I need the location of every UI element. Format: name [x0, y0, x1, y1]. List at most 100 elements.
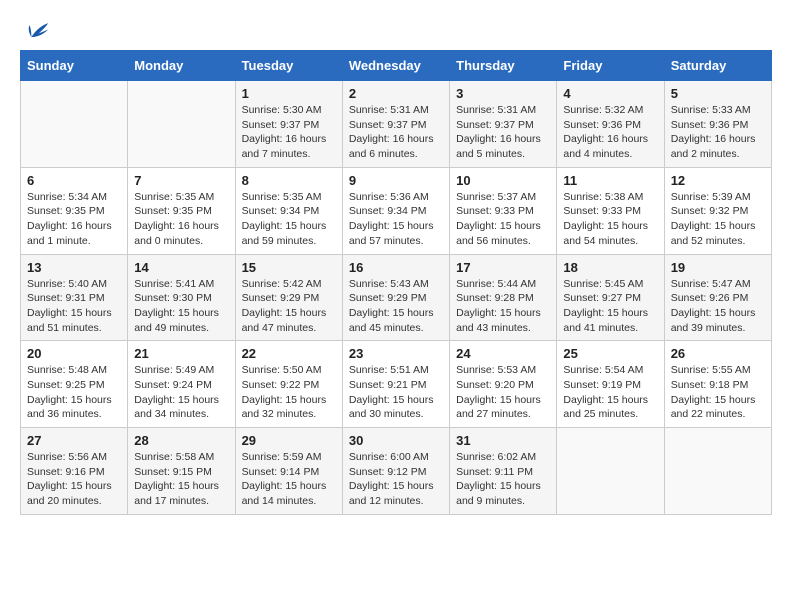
day-of-week-tuesday: Tuesday: [235, 51, 342, 81]
calendar-cell: [21, 81, 128, 168]
day-info: Sunrise: 5:53 AM Sunset: 9:20 PM Dayligh…: [456, 363, 550, 422]
day-number: 18: [563, 260, 657, 275]
calendar-cell: 21Sunrise: 5:49 AM Sunset: 9:24 PM Dayli…: [128, 341, 235, 428]
day-of-week-thursday: Thursday: [450, 51, 557, 81]
calendar-week-row: 20 Sunrise: 5:48 AM Sunset: 9:25 PM Dayli…: [21, 341, 772, 428]
day-number: 10: [456, 173, 550, 188]
day-info: Sunrise: 5:35 AM Sunset: 9:35 PM Dayligh…: [134, 190, 228, 249]
calendar-cell: 22 Sunrise: 5:50 AM Sunset: 9:22 PM Dayli…: [235, 341, 342, 428]
day-number: 14: [134, 260, 228, 275]
day-of-week-sunday: Sunday: [21, 51, 128, 81]
day-number: 12: [671, 173, 765, 188]
calendar-cell: 13 Sunrise: 5:40 AM Sunset: 9:31 PM Dayli…: [21, 254, 128, 341]
logo-bird-icon: [22, 20, 50, 44]
calendar-cell: 31 Sunrise: 6:02 AM Sunset: 9:11 PM Dayli…: [450, 428, 557, 515]
day-of-week-saturday: Saturday: [664, 51, 771, 81]
calendar-cell: 2 Sunrise: 5:31 AM Sunset: 9:37 PM Daylig…: [342, 81, 449, 168]
calendar-cell: 16 Sunrise: 5:43 AM Sunset: 9:29 PM Dayli…: [342, 254, 449, 341]
day-info: Sunrise: 5:40 AM Sunset: 9:31 PM Dayligh…: [27, 277, 121, 336]
day-info: Sunrise: 5:33 AM Sunset: 9:36 PM Dayligh…: [671, 103, 765, 162]
day-info: Sunrise: 5:36 AM Sunset: 9:34 PM Dayligh…: [349, 190, 443, 249]
calendar-cell: 8Sunrise: 5:35 AM Sunset: 9:34 PM Daylig…: [235, 167, 342, 254]
calendar-cell: 3Sunrise: 5:31 AM Sunset: 9:37 PM Daylig…: [450, 81, 557, 168]
day-info: Sunrise: 6:00 AM Sunset: 9:12 PM Dayligh…: [349, 450, 443, 509]
calendar-cell: 9 Sunrise: 5:36 AM Sunset: 9:34 PM Daylig…: [342, 167, 449, 254]
day-number: 6: [27, 173, 121, 188]
calendar-week-row: 13 Sunrise: 5:40 AM Sunset: 9:31 PM Dayli…: [21, 254, 772, 341]
calendar-cell: [128, 81, 235, 168]
calendar-cell: 25Sunrise: 5:54 AM Sunset: 9:19 PM Dayli…: [557, 341, 664, 428]
logo: [20, 20, 48, 40]
calendar-week-row: 27Sunrise: 5:56 AM Sunset: 9:16 PM Dayli…: [21, 428, 772, 515]
calendar-cell: 20 Sunrise: 5:48 AM Sunset: 9:25 PM Dayli…: [21, 341, 128, 428]
calendar-cell: 27Sunrise: 5:56 AM Sunset: 9:16 PM Dayli…: [21, 428, 128, 515]
calendar-cell: 23Sunrise: 5:51 AM Sunset: 9:21 PM Dayli…: [342, 341, 449, 428]
day-number: 11: [563, 173, 657, 188]
day-number: 25: [563, 346, 657, 361]
day-info: Sunrise: 5:47 AM Sunset: 9:26 PM Dayligh…: [671, 277, 765, 336]
calendar-cell: 18 Sunrise: 5:45 AM Sunset: 9:27 PM Dayli…: [557, 254, 664, 341]
day-info: Sunrise: 5:32 AM Sunset: 9:36 PM Dayligh…: [563, 103, 657, 162]
calendar-table: SundayMondayTuesdayWednesdayThursdayFrid…: [20, 50, 772, 515]
day-number: 28: [134, 433, 228, 448]
calendar-cell: 29Sunrise: 5:59 AM Sunset: 9:14 PM Dayli…: [235, 428, 342, 515]
calendar-cell: 5 Sunrise: 5:33 AM Sunset: 9:36 PM Daylig…: [664, 81, 771, 168]
day-number: 24: [456, 346, 550, 361]
day-info: Sunrise: 5:48 AM Sunset: 9:25 PM Dayligh…: [27, 363, 121, 422]
day-info: Sunrise: 5:45 AM Sunset: 9:27 PM Dayligh…: [563, 277, 657, 336]
calendar-week-row: 1Sunrise: 5:30 AM Sunset: 9:37 PM Daylig…: [21, 81, 772, 168]
day-info: Sunrise: 5:59 AM Sunset: 9:14 PM Dayligh…: [242, 450, 336, 509]
day-info: Sunrise: 5:39 AM Sunset: 9:32 PM Dayligh…: [671, 190, 765, 249]
day-info: Sunrise: 5:51 AM Sunset: 9:21 PM Dayligh…: [349, 363, 443, 422]
day-info: Sunrise: 5:55 AM Sunset: 9:18 PM Dayligh…: [671, 363, 765, 422]
day-number: 26: [671, 346, 765, 361]
day-info: Sunrise: 5:44 AM Sunset: 9:28 PM Dayligh…: [456, 277, 550, 336]
day-info: Sunrise: 5:31 AM Sunset: 9:37 PM Dayligh…: [349, 103, 443, 162]
calendar-week-row: 6 Sunrise: 5:34 AM Sunset: 9:35 PM Daylig…: [21, 167, 772, 254]
day-info: Sunrise: 5:41 AM Sunset: 9:30 PM Dayligh…: [134, 277, 228, 336]
day-number: 21: [134, 346, 228, 361]
day-of-week-monday: Monday: [128, 51, 235, 81]
day-info: Sunrise: 6:02 AM Sunset: 9:11 PM Dayligh…: [456, 450, 550, 509]
day-number: 17: [456, 260, 550, 275]
calendar-header-row: SundayMondayTuesdayWednesdayThursdayFrid…: [21, 51, 772, 81]
calendar-cell: 1Sunrise: 5:30 AM Sunset: 9:37 PM Daylig…: [235, 81, 342, 168]
day-info: Sunrise: 5:50 AM Sunset: 9:22 PM Dayligh…: [242, 363, 336, 422]
calendar-cell: 4Sunrise: 5:32 AM Sunset: 9:36 PM Daylig…: [557, 81, 664, 168]
calendar-cell: 28Sunrise: 5:58 AM Sunset: 9:15 PM Dayli…: [128, 428, 235, 515]
day-of-week-friday: Friday: [557, 51, 664, 81]
calendar-cell: [664, 428, 771, 515]
day-number: 16: [349, 260, 443, 275]
day-info: Sunrise: 5:31 AM Sunset: 9:37 PM Dayligh…: [456, 103, 550, 162]
day-number: 22: [242, 346, 336, 361]
day-info: Sunrise: 5:35 AM Sunset: 9:34 PM Dayligh…: [242, 190, 336, 249]
day-number: 7: [134, 173, 228, 188]
calendar-cell: 26 Sunrise: 5:55 AM Sunset: 9:18 PM Dayli…: [664, 341, 771, 428]
calendar-cell: [557, 428, 664, 515]
day-info: Sunrise: 5:38 AM Sunset: 9:33 PM Dayligh…: [563, 190, 657, 249]
day-info: Sunrise: 5:42 AM Sunset: 9:29 PM Dayligh…: [242, 277, 336, 336]
calendar-cell: 24 Sunrise: 5:53 AM Sunset: 9:20 PM Dayli…: [450, 341, 557, 428]
day-info: Sunrise: 5:34 AM Sunset: 9:35 PM Dayligh…: [27, 190, 121, 249]
day-number: 13: [27, 260, 121, 275]
day-number: 15: [242, 260, 336, 275]
day-of-week-wednesday: Wednesday: [342, 51, 449, 81]
day-info: Sunrise: 5:56 AM Sunset: 9:16 PM Dayligh…: [27, 450, 121, 509]
day-number: 31: [456, 433, 550, 448]
day-info: Sunrise: 5:37 AM Sunset: 9:33 PM Dayligh…: [456, 190, 550, 249]
calendar-cell: 11 Sunrise: 5:38 AM Sunset: 9:33 PM Dayli…: [557, 167, 664, 254]
calendar-cell: 10 Sunrise: 5:37 AM Sunset: 9:33 PM Dayli…: [450, 167, 557, 254]
day-number: 9: [349, 173, 443, 188]
day-number: 5: [671, 86, 765, 101]
day-info: Sunrise: 5:43 AM Sunset: 9:29 PM Dayligh…: [349, 277, 443, 336]
calendar-cell: 14 Sunrise: 5:41 AM Sunset: 9:30 PM Dayli…: [128, 254, 235, 341]
page-header: [20, 20, 772, 40]
calendar-cell: 7 Sunrise: 5:35 AM Sunset: 9:35 PM Daylig…: [128, 167, 235, 254]
calendar-cell: 15 Sunrise: 5:42 AM Sunset: 9:29 PM Dayli…: [235, 254, 342, 341]
day-number: 1: [242, 86, 336, 101]
day-number: 20: [27, 346, 121, 361]
day-number: 30: [349, 433, 443, 448]
calendar-cell: 17 Sunrise: 5:44 AM Sunset: 9:28 PM Dayli…: [450, 254, 557, 341]
day-number: 2: [349, 86, 443, 101]
calendar-cell: 12 Sunrise: 5:39 AM Sunset: 9:32 PM Dayli…: [664, 167, 771, 254]
